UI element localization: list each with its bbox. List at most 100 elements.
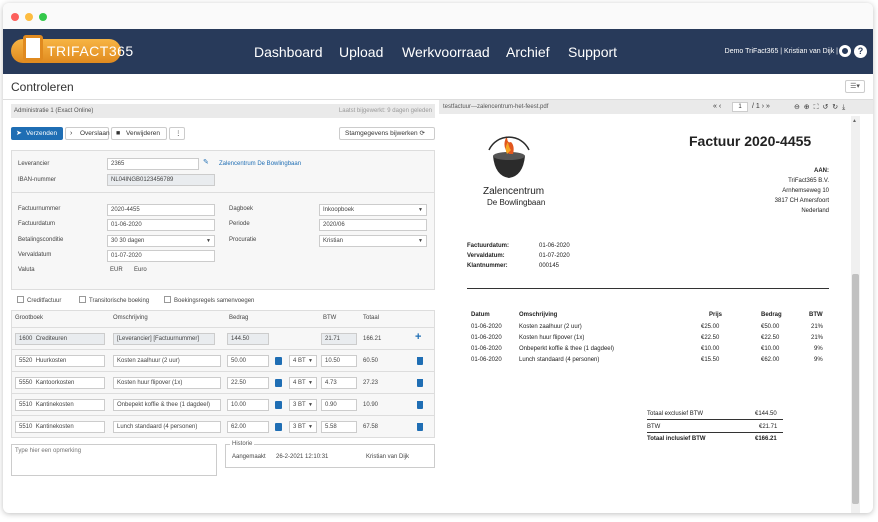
- line-amount-input[interactable]: 10.00: [227, 399, 269, 411]
- line-description-input[interactable]: Kosten huur flipover (1x): [113, 377, 221, 389]
- journal-select[interactable]: Inkoopboek ▼: [319, 204, 427, 216]
- line-vat-input[interactable]: 0.90: [321, 399, 357, 411]
- pdf-page-input[interactable]: 1: [732, 102, 748, 112]
- add-line-icon[interactable]: +: [415, 331, 421, 343]
- last-updated: Laatst bijgewerkt: 9 dagen geleden: [338, 108, 432, 114]
- company-name-line2: De Bowlingbaan: [487, 198, 546, 207]
- invoice-number-input[interactable]: 2020-4455: [107, 204, 215, 216]
- supplier-code-input[interactable]: 2365: [107, 158, 199, 170]
- ledger-name: Kantinekosten: [35, 424, 74, 430]
- vat-code-select[interactable]: 4 BT ▼: [289, 377, 317, 389]
- logo-text: TRIFACT365: [47, 43, 134, 59]
- line-amount-input[interactable]: 50.00: [227, 355, 269, 367]
- period-input[interactable]: 2020/06: [319, 219, 427, 231]
- nav-support[interactable]: Support: [568, 44, 617, 60]
- vat-code-select[interactable]: 3 BT ▼: [289, 399, 317, 411]
- admin-bar: Administratie 1 (Exact Online) Laatst bi…: [11, 104, 435, 118]
- pdf-row-vat: 9%: [814, 357, 823, 363]
- pdf-next-buttons[interactable]: / 1 › »: [752, 103, 770, 110]
- skip-button[interactable]: › Overslaan: [65, 127, 110, 140]
- line-description-input[interactable]: Kosten zaalhuur (2 uur): [113, 355, 221, 367]
- pdf-prev-buttons[interactable]: « ‹: [713, 103, 721, 110]
- pdf-row-desc: Kosten zaalhuur (2 uur): [519, 324, 582, 330]
- nav-upload[interactable]: Upload: [339, 44, 383, 60]
- iban-label: IBAN-nummer: [18, 177, 57, 183]
- nav-archief[interactable]: Archief: [506, 44, 550, 60]
- remark-textarea[interactable]: [11, 444, 217, 476]
- pdf-page: Zalencentrum De Bowlingbaan Factuur 2020…: [443, 116, 849, 513]
- history-user: Kristian van Dijk: [366, 454, 410, 460]
- line-description-input[interactable]: Lunch standaard (4 personen): [113, 421, 221, 433]
- trash-icon[interactable]: [417, 423, 423, 431]
- pdf-total-value: €21.71: [759, 424, 778, 430]
- calculator-icon[interactable]: [275, 423, 282, 431]
- pencil-icon[interactable]: ✎: [203, 158, 209, 166]
- vat-code-select[interactable]: 3 BT ▼: [289, 421, 317, 433]
- pdf-col-amount: Bedrag: [761, 312, 782, 318]
- trash-icon[interactable]: [417, 357, 423, 365]
- nav-werkvoorraad[interactable]: Werkvoorraad: [402, 44, 490, 60]
- meta-value: 000145: [539, 263, 560, 269]
- due-date-input[interactable]: 01-07-2020: [107, 250, 215, 262]
- trifact-logo[interactable]: TRIFACT365: [11, 35, 133, 67]
- ledger-code: 1600: [19, 336, 33, 342]
- supplier-name-link[interactable]: Zalencentrum De Bowlingbaan: [219, 161, 301, 167]
- trash-icon[interactable]: [417, 401, 423, 409]
- invoice-date-input[interactable]: 01-06-2020: [107, 219, 215, 231]
- scroll-up-icon[interactable]: ▲: [852, 118, 857, 124]
- help-icon[interactable]: ?: [854, 45, 867, 58]
- currency-code: EUR: [110, 267, 123, 273]
- minimize-dot[interactable]: [25, 13, 33, 21]
- transitory-checkbox[interactable]: Transitorische boeking: [79, 296, 149, 304]
- refresh-icon: ⟳: [419, 130, 425, 137]
- delete-button[interactable]: ■ Verwijderen: [111, 127, 167, 140]
- vat-code-select[interactable]: 4 BT ▼: [289, 355, 317, 367]
- procuration-select[interactable]: Kristian ▼: [319, 235, 427, 247]
- update-master-data-button[interactable]: Stamgegevens bijwerken ⟳: [339, 127, 435, 140]
- maximize-dot[interactable]: [39, 13, 47, 21]
- line-vat-input[interactable]: 4.73: [321, 377, 357, 389]
- calculator-icon[interactable]: [275, 357, 282, 365]
- to-line: Nederland: [801, 208, 829, 214]
- more-button[interactable]: ⋮: [169, 127, 185, 140]
- gear-icon[interactable]: [839, 45, 851, 57]
- line-total: 67.58: [363, 424, 379, 430]
- nav-dashboard[interactable]: Dashboard: [254, 44, 323, 60]
- line-total: 166.21: [363, 336, 382, 342]
- company-name-line1: Zalencentrum: [483, 186, 545, 197]
- pdf-scroll-thumb[interactable]: [852, 274, 859, 504]
- payment-terms-select[interactable]: 30 30 dagen ▼: [107, 235, 215, 247]
- trash-icon[interactable]: [417, 379, 423, 387]
- ledger-code[interactable]: 5520: [19, 358, 32, 364]
- table-row: 5510 Kantinekosten Lunch standaard (4 pe…: [11, 415, 435, 437]
- line-total: 27.23: [363, 380, 379, 386]
- table-row: 5520 Huurkosten Kosten zaalhuur (2 uur) …: [11, 349, 435, 371]
- user-info[interactable]: Demo TriFact365 | Kristian van Dijk |: [725, 48, 838, 55]
- ledger-code[interactable]: 5550: [19, 380, 32, 386]
- send-button[interactable]: ➤ Verzenden: [11, 127, 63, 140]
- ledger-code[interactable]: 5510: [19, 402, 32, 408]
- pdf-divider: [467, 288, 829, 289]
- close-dot[interactable]: [11, 13, 19, 21]
- line-amount-input[interactable]: 22.50: [227, 377, 269, 389]
- line-vat-input[interactable]: 10.50: [321, 355, 357, 367]
- line-vat-input[interactable]: 5.58: [321, 421, 357, 433]
- pdf-tools-icon[interactable]: ⊖ ⊕ ⛶ ↺ ↻ ⤓: [794, 103, 846, 112]
- ledger-code[interactable]: 5510: [19, 424, 32, 430]
- to-label: AAN:: [814, 168, 829, 174]
- pdf-total-value: €166.21: [755, 436, 777, 442]
- list-menu-button[interactable]: ☰▾: [845, 80, 865, 93]
- pdf-viewer: testfactuur---zalencentrum-het-feest.pdf…: [439, 100, 873, 513]
- payment-terms-label: Betalingsconditie: [18, 237, 64, 243]
- calculator-icon[interactable]: [275, 401, 282, 409]
- calculator-icon[interactable]: [275, 379, 282, 387]
- line-description-input[interactable]: Onbepekt koffie & thee (1 dagdeel): [113, 399, 221, 411]
- merge-lines-checkbox[interactable]: Boekingsregels samenvoegen: [164, 296, 254, 304]
- meta-label: Klantnummer:: [467, 263, 508, 269]
- credit-invoice-checkbox[interactable]: Creditfactuur: [17, 296, 61, 304]
- pdf-row-date: 01-06-2020: [471, 357, 502, 363]
- col-ledger: Grootboek: [15, 315, 44, 321]
- line-amount-input[interactable]: 62.00: [227, 421, 269, 433]
- table-row: 5510 Kantinekosten Onbepekt koffie & the…: [11, 393, 435, 415]
- pdf-scrollbar[interactable]: ▲: [851, 116, 860, 513]
